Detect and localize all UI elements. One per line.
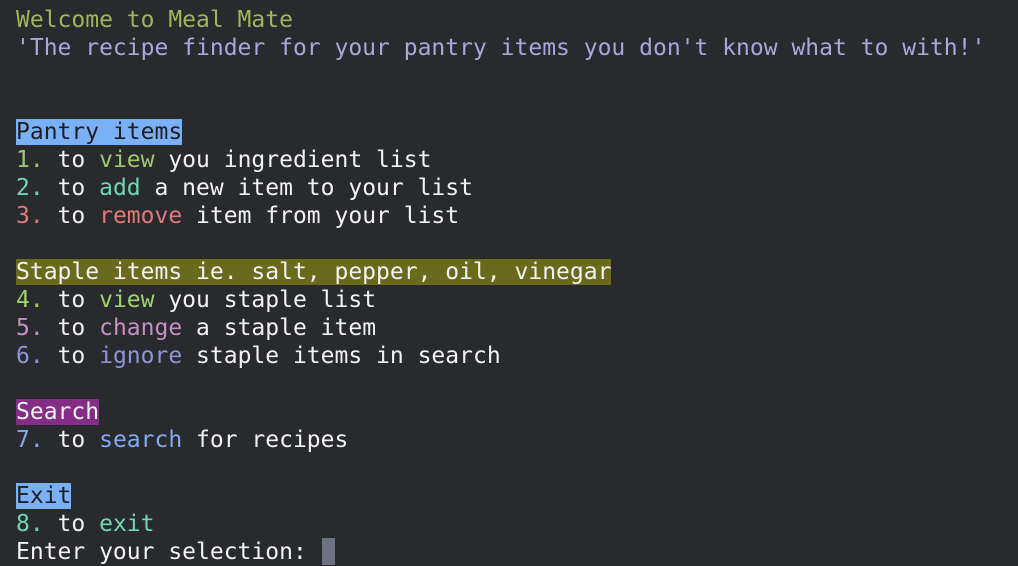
menu-option-3: 3. to remove item from your list [16, 202, 1018, 230]
option-verb: exit [99, 511, 155, 537]
option-prefix: to [43, 175, 100, 201]
option-verb: search [99, 427, 183, 453]
exit-section-heading: Exit [16, 482, 1018, 510]
option-text: item from your list [182, 203, 460, 229]
option-number: 4. [16, 287, 44, 313]
option-verb: view [99, 147, 155, 173]
option-verb: change [99, 315, 183, 341]
search-heading-text: Search [16, 399, 100, 425]
staple-section-heading: Staple items ie. salt, pepper, oil, vine… [16, 258, 1018, 286]
option-text: a new item to your list [140, 175, 473, 201]
menu-option-6: 6. to ignore staple items in search [16, 342, 1018, 370]
option-prefix: to [43, 511, 100, 537]
pantry-section-heading: Pantry items [16, 118, 1018, 146]
option-prefix: to [43, 203, 100, 229]
option-prefix: to [43, 315, 100, 341]
terminal-window: Welcome to Meal Mate 'The recipe finder … [16, 6, 1018, 566]
option-text: staple items in search [182, 343, 501, 369]
option-number: 6. [16, 343, 44, 369]
option-prefix: to [43, 147, 100, 173]
option-text: you ingredient list [154, 147, 432, 173]
option-number: 8. [16, 511, 44, 537]
exit-heading-text: Exit [16, 483, 72, 509]
pantry-heading-text: Pantry items [16, 119, 183, 145]
option-verb: add [99, 175, 141, 201]
option-text: for recipes [182, 427, 349, 453]
menu-option-2: 2. to add a new item to your list [16, 174, 1018, 202]
option-prefix: to [43, 343, 100, 369]
staple-heading-text: Staple items ie. salt, pepper, oil, vine… [16, 259, 612, 285]
option-prefix: to [43, 427, 100, 453]
search-section-heading: Search [16, 398, 1018, 426]
option-number: 2. [16, 175, 44, 201]
welcome-line: Welcome to Meal Mate [16, 7, 293, 33]
option-verb: remove [99, 203, 183, 229]
option-number: 3. [16, 203, 44, 229]
option-number: 1. [16, 147, 44, 173]
option-verb: ignore [99, 343, 183, 369]
menu-option-1: 1. to view you ingredient list [16, 146, 1018, 174]
option-prefix: to [43, 287, 100, 313]
option-text: you staple list [154, 287, 377, 313]
menu-option-8: 8. to exit [16, 510, 1018, 538]
option-number: 5. [16, 315, 44, 341]
menu-option-7: 7. to search for recipes [16, 426, 1018, 454]
tagline: 'The recipe finder for your pantry items… [16, 35, 986, 61]
option-number: 7. [16, 427, 44, 453]
prompt-label: Enter your selection: [16, 539, 321, 565]
option-text: a staple item [182, 315, 377, 341]
menu-option-5: 5. to change a staple item [16, 314, 1018, 342]
selection-prompt[interactable]: Enter your selection: [16, 538, 1018, 566]
option-verb: view [99, 287, 155, 313]
terminal-cursor[interactable] [321, 538, 335, 565]
menu-option-4: 4. to view you staple list [16, 286, 1018, 314]
